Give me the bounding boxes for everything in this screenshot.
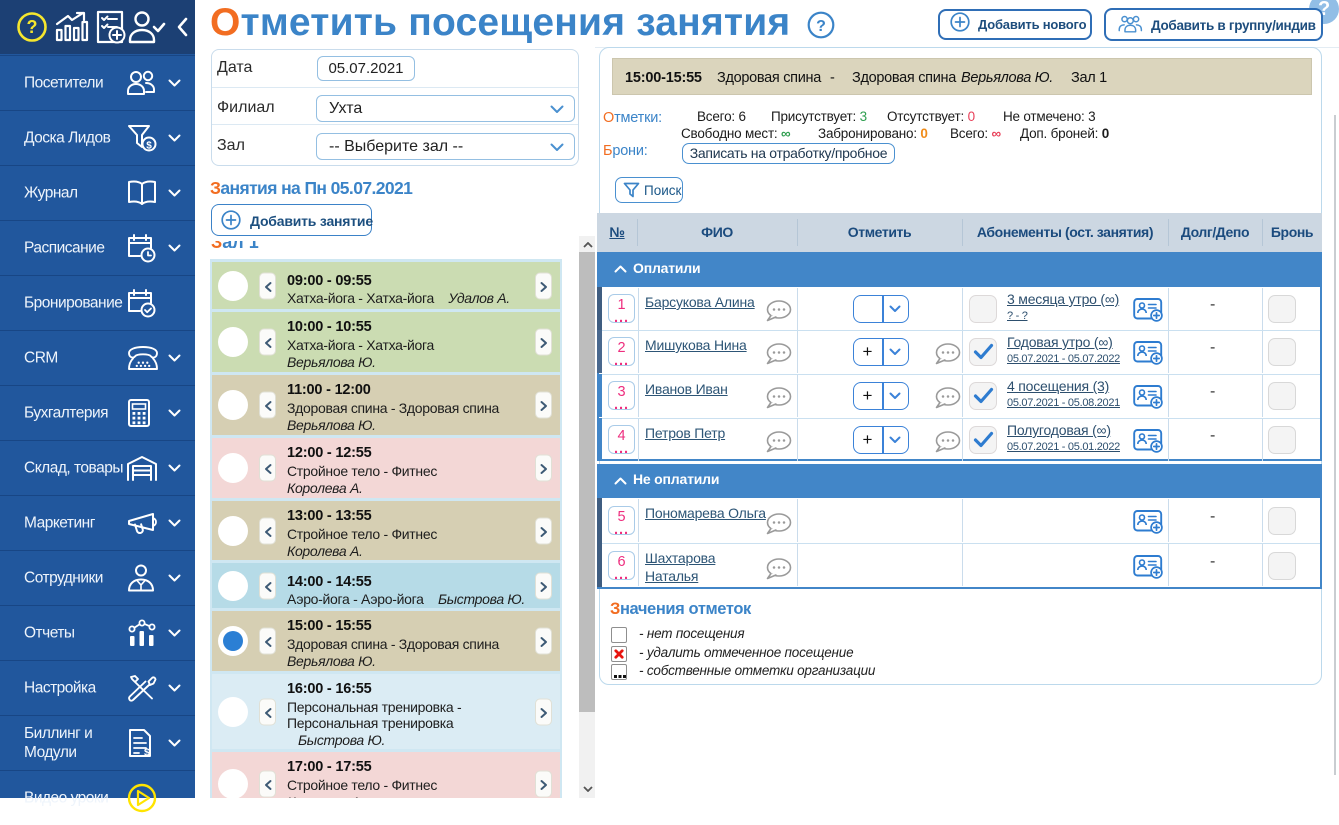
svg-text:?: ? [27,17,38,37]
svg-text:?: ? [816,18,826,35]
svg-text:$: $ [146,141,152,152]
svg-text:$: $ [144,747,150,759]
